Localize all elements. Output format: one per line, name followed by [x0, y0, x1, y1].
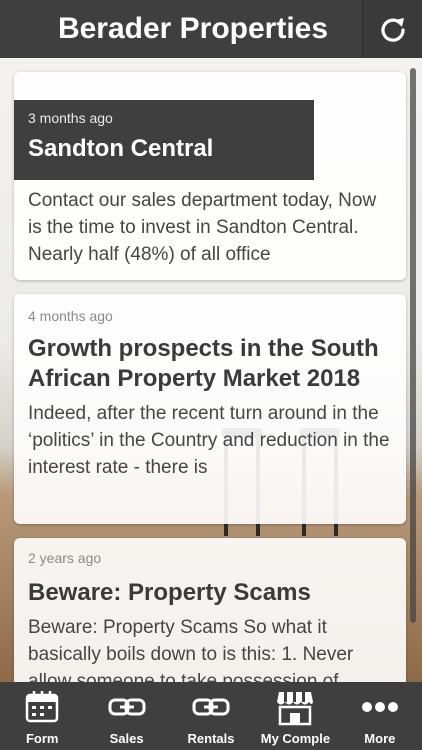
tab-label: Sales: [109, 731, 144, 746]
refresh-button[interactable]: [362, 0, 422, 58]
tab-form[interactable]: Form: [0, 682, 84, 750]
tab-more[interactable]: More: [338, 682, 422, 750]
post-banner: 3 months ago Sandton Central: [14, 100, 314, 180]
bottom-tab-bar: Form Sales Rentals My Comple More: [0, 682, 422, 750]
refresh-icon: [380, 18, 405, 42]
calendar-icon: [25, 691, 59, 723]
post-title: Sandton Central: [28, 135, 214, 162]
tab-label: More: [364, 731, 396, 746]
tab-label: Rentals: [187, 731, 235, 746]
tab-my-complex[interactable]: My Comple: [253, 682, 337, 750]
scrollbar[interactable]: [410, 68, 416, 623]
app-header: Berader Properties: [0, 0, 422, 58]
post-excerpt: Contact our sales department today, Now …: [28, 190, 377, 265]
tab-rentals[interactable]: Rentals: [169, 682, 253, 750]
tab-sales[interactable]: Sales: [84, 682, 168, 750]
chain-link-icon: [192, 698, 230, 716]
post-title: Growth prospects in the South African Pr…: [28, 335, 379, 392]
post-card[interactable]: 2 years ago Beware: Property Scams Bewar…: [14, 538, 406, 698]
storefront-icon: [277, 692, 314, 726]
chain-link-icon: [108, 698, 146, 716]
post-date: 3 months ago: [28, 110, 113, 126]
post-excerpt: Indeed, after the recent turn around in …: [28, 403, 390, 478]
post-date: 4 months ago: [28, 308, 113, 324]
post-card[interactable]: 4 months ago Growth prospects in the Sou…: [14, 294, 406, 524]
post-card[interactable]: 3 months ago Sandton Central Contact our…: [14, 72, 406, 280]
tab-label: My Comple: [260, 731, 331, 746]
post-title: Beware: Property Scams: [28, 579, 311, 606]
tab-label: Form: [25, 731, 59, 746]
more-dots-icon: [361, 702, 398, 712]
post-date: 2 years ago: [28, 550, 102, 566]
app-title: Berader Properties: [57, 12, 329, 45]
